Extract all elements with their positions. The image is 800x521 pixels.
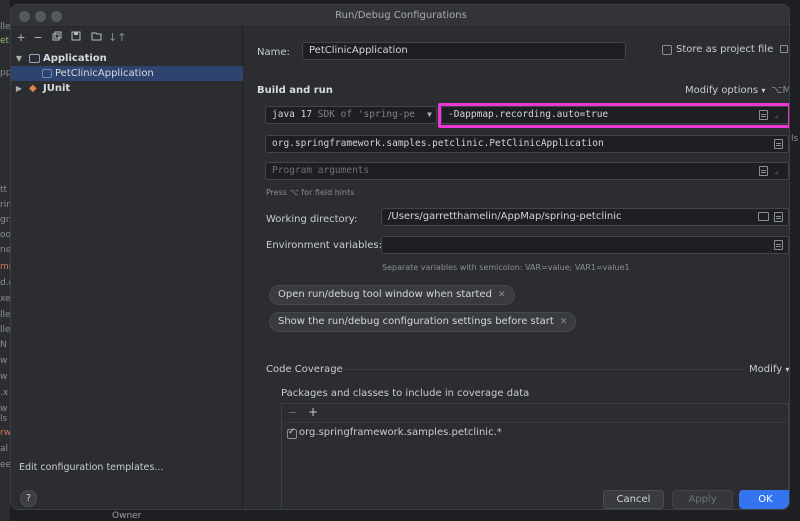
resize-icon[interactable]: ⌟ — [774, 163, 779, 179]
jdk-value: java 17 — [272, 109, 313, 120]
folder-icon[interactable] — [89, 31, 103, 45]
add-package-icon[interactable]: + — [308, 405, 318, 419]
remove-icon[interactable]: − — [31, 31, 45, 45]
bg-fragment: N — [0, 340, 7, 350]
bg-fragment: .x — [0, 388, 9, 398]
working-dir-label: Working directory: — [266, 214, 358, 225]
background-editor-bottom: Owner — [10, 510, 790, 521]
bg-fragment: et — [0, 36, 10, 46]
bg-fragment: w — [0, 404, 8, 414]
bg-fragment: lle — [0, 325, 11, 335]
save-icon[interactable] — [69, 31, 83, 45]
modify-options-shortcut: ⌥M — [771, 85, 790, 96]
tree-item-label: Application — [43, 53, 107, 64]
chip-label: Show the run/debug configuration setting… — [278, 316, 554, 327]
background-editor-left: lle et pp tt rin gr oo ne mi d.g xe lle … — [0, 0, 14, 521]
run-debug-dialog: Run/Debug Configurations + − ↓↑ ▼ Applic… — [10, 4, 790, 510]
window-title: Run/Debug Configurations — [335, 10, 467, 21]
code-coverage-title: Code Coverage — [266, 364, 343, 375]
folder-icon[interactable] — [758, 212, 769, 221]
bg-fragment: Owner — [112, 511, 142, 521]
bg-fragment: w — [0, 356, 8, 366]
working-dir-input[interactable]: /Users/garretthamelin/AppMap/spring-petc… — [381, 208, 789, 226]
close-icon[interactable]: ✕ — [560, 317, 568, 327]
jdk-detail: SDK of 'spring-pe — [317, 109, 416, 120]
macro-icon[interactable] — [774, 212, 783, 222]
program-arguments-placeholder: Program arguments — [272, 165, 370, 176]
remove-package-icon[interactable]: − — [288, 406, 297, 419]
chip-label: Open run/debug tool window when started — [278, 289, 492, 300]
coverage-packages-title: Packages and classes to include in cover… — [281, 388, 530, 399]
apply-button[interactable]: Apply — [672, 490, 733, 509]
env-vars-label: Environment variables: — [266, 240, 382, 251]
junit-icon: ◆ — [29, 83, 37, 94]
help-button[interactable]: ? — [20, 490, 37, 507]
chevron-down-icon[interactable]: ▼ — [15, 51, 23, 66]
bg-fragment: al — [0, 444, 9, 454]
configurations-sidebar: + − ↓↑ ▼ Application PetClinicApplicatio… — [11, 27, 243, 509]
sort-icon[interactable]: ↓↑ — [108, 31, 126, 45]
build-run-title: Build and run — [257, 85, 333, 96]
background-editor-right: ls — [790, 0, 800, 521]
main-class-input[interactable]: org.springframework.samples.petclinic.Pe… — [265, 135, 789, 153]
name-label: Name: — [257, 47, 290, 58]
modify-options-label: Modify options — [685, 85, 759, 96]
bg-fragment: lle — [0, 22, 11, 32]
tree-item-label: PetClinicApplication — [55, 68, 154, 79]
modify-options-link[interactable]: Modify options ▾ — [685, 85, 765, 96]
tree-item-label: JUnit — [43, 83, 71, 94]
edit-templates-link[interactable]: Edit configuration templates... — [19, 462, 163, 473]
program-arguments-input[interactable]: Program arguments ⌟ — [265, 162, 789, 180]
configuration-form: Name: PetClinicApplication Store as proj… — [244, 27, 790, 509]
coverage-modify-link[interactable]: Modify ▾ — [749, 364, 789, 375]
ok-button[interactable]: OK — [739, 490, 789, 509]
bg-fragment: gr — [0, 215, 10, 225]
copy-icon[interactable] — [50, 31, 64, 45]
open-tool-window-chip[interactable]: Open run/debug tool window when started ✕ — [269, 285, 515, 305]
chevron-down-icon: ▼ — [427, 110, 432, 119]
bg-fragment: ls — [0, 414, 8, 424]
tree-item-petclinicapplication[interactable]: PetClinicApplication — [11, 66, 243, 81]
bg-fragment: w — [0, 372, 8, 382]
settings-icon[interactable] — [780, 45, 788, 53]
store-project-checkbox[interactable] — [662, 45, 672, 55]
highlight-annotation — [438, 103, 789, 128]
bg-fragment: xe — [0, 294, 11, 304]
env-vars-hint: Separate variables with semicolon: VAR=v… — [382, 263, 630, 272]
list-item[interactable]: org.springframework.samples.petclinic.* — [282, 426, 788, 442]
bg-fragment: tt — [0, 185, 8, 195]
section-divider — [342, 369, 745, 370]
tree-item-junit[interactable]: ▶ ◆ JUnit — [11, 81, 243, 96]
coverage-modify-label: Modify — [749, 364, 783, 375]
chevron-right-icon[interactable]: ▶ — [15, 81, 23, 96]
run-config-icon — [42, 69, 52, 78]
list-divider — [282, 422, 788, 423]
name-input[interactable]: PetClinicApplication — [302, 42, 626, 60]
chevron-down-icon: ▾ — [785, 365, 790, 374]
env-vars-input[interactable] — [381, 236, 789, 254]
store-project-label: Store as project file — [676, 44, 774, 55]
title-bar: Run/Debug Configurations — [11, 5, 789, 27]
application-icon — [29, 54, 40, 63]
jdk-select[interactable]: java 17 SDK of 'spring-pe ▼ — [265, 106, 437, 124]
close-icon[interactable]: ✕ — [498, 290, 506, 300]
coverage-item-checkbox[interactable] — [287, 427, 297, 439]
cancel-button[interactable]: Cancel — [603, 490, 664, 509]
add-icon[interactable]: + — [14, 31, 28, 45]
field-hints-text: Press ⌥ for field hints — [266, 188, 355, 197]
chevron-down-icon: ▾ — [761, 86, 766, 95]
bg-fragment: ls — [791, 134, 799, 144]
tree-item-application[interactable]: ▼ Application — [11, 51, 243, 66]
working-dir-value: /Users/garretthamelin/AppMap/spring-petc… — [388, 211, 622, 222]
expand-field-icon[interactable] — [759, 166, 768, 176]
bg-fragment: lle — [0, 310, 11, 320]
main-class-value: org.springframework.samples.petclinic.Pe… — [272, 138, 604, 149]
coverage-item-label: org.springframework.samples.petclinic.* — [299, 427, 502, 438]
edit-env-icon[interactable] — [774, 240, 783, 250]
browse-icon[interactable] — [774, 139, 783, 149]
show-settings-chip[interactable]: Show the run/debug configuration setting… — [269, 312, 577, 332]
